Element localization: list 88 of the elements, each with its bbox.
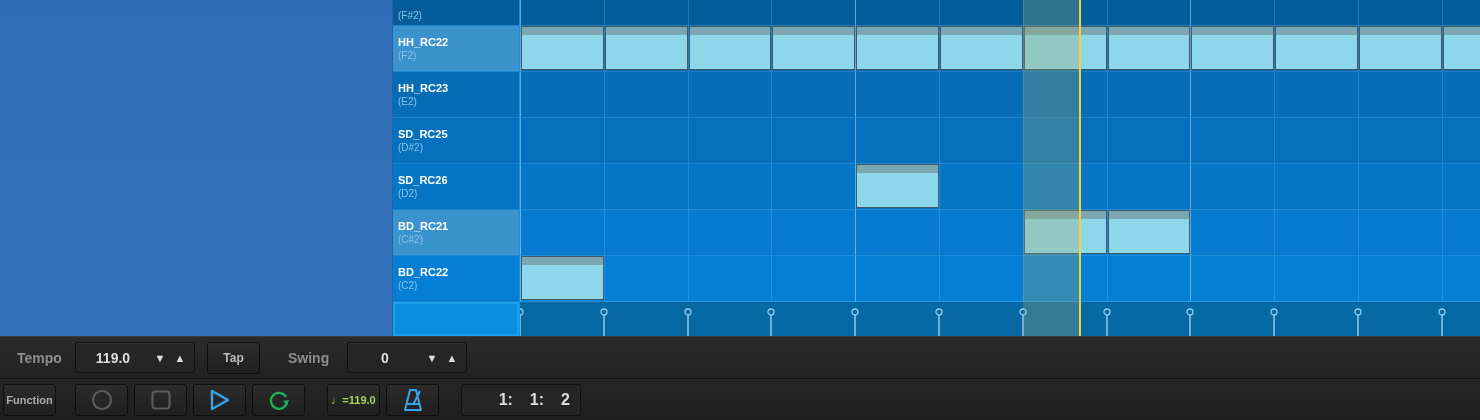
grid-cell[interactable] <box>1022 164 1107 210</box>
grid-cell[interactable] <box>939 256 1023 302</box>
grid-cell[interactable] <box>1106 72 1191 118</box>
note-name: (F#2) <box>398 10 423 21</box>
grid-cell[interactable] <box>855 210 939 256</box>
track-name: HH_RC22 <box>398 36 450 48</box>
grid-cell[interactable] <box>603 210 688 256</box>
grid-cell[interactable] <box>520 72 604 118</box>
record-button[interactable] <box>75 383 128 416</box>
grid-cell[interactable] <box>939 72 1023 118</box>
grid-cell[interactable] <box>1022 118 1107 164</box>
grid-cell[interactable] <box>771 256 856 302</box>
grid-cell[interactable] <box>855 72 939 118</box>
grid-cell[interactable] <box>771 118 856 164</box>
grid-cell[interactable] <box>520 118 604 164</box>
track-name: HH_RC23 <box>398 82 450 94</box>
track-name: BD_RC22 <box>398 266 450 278</box>
track-label[interactable]: SD_RC26 (D2) <box>393 164 519 210</box>
tempo-field[interactable]: 119.0 ▼ ▲ <box>75 342 195 373</box>
track-name: SD_RC26 <box>398 174 449 186</box>
note-name: (D2) <box>398 188 419 199</box>
grid-cell[interactable] <box>939 210 1023 256</box>
metronome-icon <box>402 387 423 412</box>
grid-cell[interactable] <box>687 118 772 164</box>
grid-cell[interactable] <box>1106 118 1191 164</box>
tap-button[interactable]: Tap <box>207 341 260 374</box>
grid-cell[interactable] <box>1357 118 1442 164</box>
grid-cell[interactable] <box>603 118 688 164</box>
grid-cell[interactable] <box>1274 118 1358 164</box>
track-name: BD_RC21 <box>398 220 450 232</box>
grid-cell[interactable] <box>520 164 604 210</box>
play-icon <box>209 388 230 411</box>
track-label[interactable]: BD_RC21 (C#2) <box>393 210 519 256</box>
grid-cell[interactable] <box>1106 164 1191 210</box>
grid-cell[interactable] <box>1274 72 1358 118</box>
grid-cell[interactable] <box>603 256 688 302</box>
grid-cell[interactable] <box>1190 118 1275 164</box>
grid-cell[interactable] <box>771 164 856 210</box>
grid-cell[interactable] <box>855 256 939 302</box>
tempo-label: Tempo <box>17 349 63 366</box>
play-button[interactable] <box>193 383 246 416</box>
grid-cell[interactable] <box>855 118 939 164</box>
grid-cell[interactable] <box>603 164 688 210</box>
grid-cell[interactable] <box>1190 72 1275 118</box>
note-name: (C#2) <box>398 234 424 245</box>
note-name: (E2) <box>398 96 418 107</box>
grid-cell[interactable] <box>1274 210 1358 256</box>
grid-cell[interactable] <box>687 256 772 302</box>
swing-label: Swing <box>288 349 331 366</box>
loop-button[interactable] <box>252 383 305 416</box>
grid-cell[interactable] <box>771 72 856 118</box>
grid-cell[interactable] <box>771 210 856 256</box>
grid-cell[interactable] <box>1022 256 1107 302</box>
track-name: SD_RC25 <box>398 128 449 140</box>
track-label[interactable]: HH_RC23 (E2) <box>393 72 519 118</box>
grid-cell[interactable] <box>687 164 772 210</box>
grid-cell[interactable] <box>1022 72 1107 118</box>
grid-cell[interactable] <box>1357 256 1442 302</box>
grid-cell[interactable] <box>1357 72 1442 118</box>
grid-cell[interactable] <box>520 210 604 256</box>
grid-cell[interactable] <box>939 164 1023 210</box>
position-display: 1: 1: 2 <box>461 383 581 416</box>
grid-cell[interactable] <box>1274 164 1358 210</box>
grid-cell[interactable] <box>1190 164 1275 210</box>
note-name: (C2) <box>398 280 419 291</box>
function-button[interactable]: Function <box>3 383 56 416</box>
grid-cell[interactable] <box>1190 256 1275 302</box>
track-label[interactable]: BD_RC22 (C2) <box>393 256 519 302</box>
grid-cell[interactable] <box>1106 256 1191 302</box>
circle-icon <box>90 388 113 411</box>
grid-cell[interactable] <box>687 210 772 256</box>
metronome-button[interactable] <box>386 383 439 416</box>
grid-cell[interactable] <box>1274 256 1358 302</box>
stop-icon <box>150 389 171 410</box>
swing-field[interactable]: 0 ▼ ▲ <box>347 342 467 373</box>
note-name: (F2) <box>398 50 418 61</box>
grid-cell[interactable] <box>1357 210 1442 256</box>
grid-cell[interactable] <box>1190 210 1275 256</box>
note-name: (D#2) <box>398 142 424 153</box>
grid-cell[interactable] <box>687 72 772 118</box>
track-label[interactable]: SD_RC25 (D#2) <box>393 118 519 164</box>
grid-cell[interactable] <box>603 72 688 118</box>
track-label[interactable]: HH_RC22 (F2) <box>393 26 519 72</box>
stop-button[interactable] <box>134 383 187 416</box>
grid-cell[interactable] <box>1357 164 1442 210</box>
tempo-display[interactable]: ♩=119.0 <box>327 383 380 416</box>
grid-cell[interactable] <box>939 118 1023 164</box>
playhead[interactable] <box>1079 0 1082 336</box>
